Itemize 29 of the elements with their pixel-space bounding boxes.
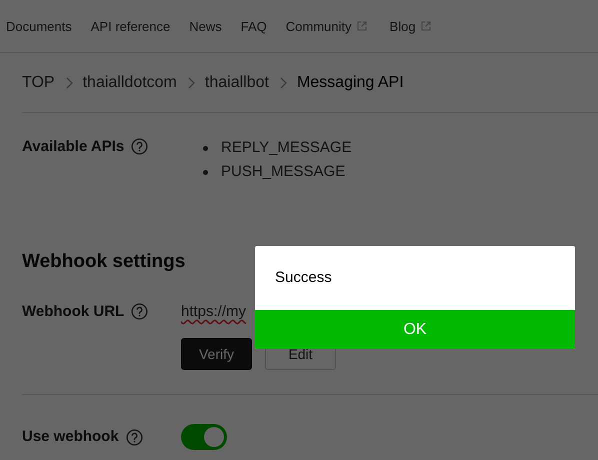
- verify-button[interactable]: Verify: [181, 338, 252, 370]
- webhook-url: https://my: [181, 303, 246, 320]
- help-icon[interactable]: [126, 428, 143, 446]
- help-icon[interactable]: [131, 138, 148, 155]
- breadcrumb-link[interactable]: thaialldotcom: [82, 74, 177, 92]
- api-item: PUSH_MESSAGE: [221, 163, 346, 181]
- nav-link[interactable]: Blog: [390, 18, 431, 34]
- chevron-icon: [64, 76, 73, 88]
- bullet: [203, 170, 208, 174]
- ok-button[interactable]: OK: [255, 310, 575, 349]
- breadcrumb-link[interactable]: Messaging API: [296, 74, 404, 92]
- nav-link[interactable]: Community: [286, 18, 367, 34]
- nav-link[interactable]: FAQ: [240, 18, 267, 34]
- help-icon[interactable]: [131, 303, 148, 320]
- chevron-icon: [186, 76, 195, 88]
- chevron-icon: [278, 76, 287, 88]
- nav-link[interactable]: News: [189, 18, 222, 34]
- nav-link[interactable]: Documents: [6, 18, 72, 34]
- section-heading: Webhook settings: [22, 251, 186, 273]
- nav-link[interactable]: API reference: [90, 18, 170, 34]
- breadcrumb-link[interactable]: thaiallbot: [204, 74, 269, 92]
- bullet: [203, 146, 208, 150]
- field-label: Available APIs: [22, 138, 124, 156]
- api-item: REPLY_MESSAGE: [221, 139, 352, 157]
- toggle-switch[interactable]: [181, 424, 227, 450]
- dialog-message: Success: [274, 268, 333, 288]
- field-label: Webhook URL: [22, 303, 124, 321]
- breadcrumb-link[interactable]: TOP: [22, 74, 55, 92]
- field-label: Use webhook: [22, 428, 119, 446]
